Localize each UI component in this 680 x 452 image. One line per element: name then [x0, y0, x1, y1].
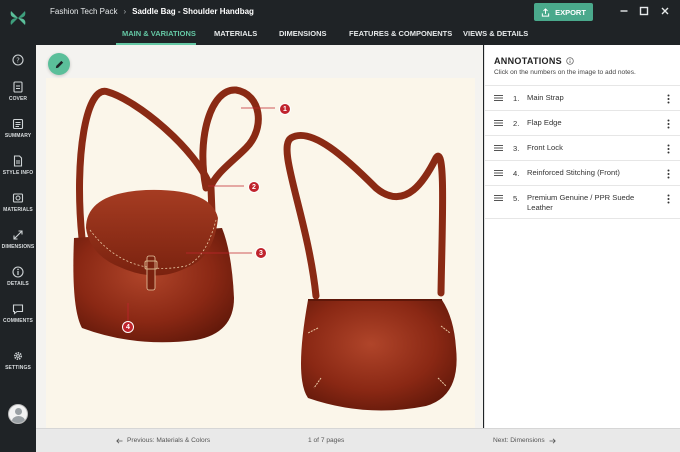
image-canvas: 1 2 3 4	[36, 45, 483, 430]
annotation-marker[interactable]: 1	[279, 103, 291, 115]
arrow-right-icon	[549, 438, 556, 443]
annotation-marker[interactable]: 3	[255, 247, 267, 259]
more-options-icon[interactable]	[667, 194, 670, 204]
avatar[interactable]	[8, 404, 28, 424]
file-icon	[13, 81, 23, 93]
chevron-right-icon: ›	[123, 7, 127, 16]
sidebar-item-materials[interactable]: MATERIALS	[0, 188, 36, 224]
item-text: Front Lock	[527, 143, 563, 152]
sidebar-item-label: COMMENTS	[3, 318, 33, 324]
sidebar-item-summary[interactable]: SUMMARY	[0, 114, 36, 150]
sidebar-item-style-info[interactable]: STYLE INFO	[0, 151, 36, 187]
app-logo-icon[interactable]	[9, 9, 27, 27]
sidebar-item-label: SETTINGS	[5, 365, 31, 371]
expand-arrows-icon	[13, 230, 23, 240]
sidebar-item-label: COVER	[8, 96, 28, 102]
gear-icon	[13, 351, 23, 361]
annotation-marker[interactable]: 2	[248, 181, 260, 193]
list-item[interactable]: 4. Reinforced Stitching (Front)	[485, 160, 680, 185]
help-icon: ?	[12, 54, 24, 66]
drag-handle-icon[interactable]	[494, 195, 503, 201]
item-number: 1.	[513, 94, 520, 103]
more-options-icon[interactable]	[667, 119, 670, 129]
next-page-link[interactable]: Next: Dimensions	[493, 437, 556, 444]
arrow-left-icon	[116, 438, 123, 443]
top-bar: Fashion Tech Pack › Saddle Bag - Shoulde…	[36, 0, 680, 45]
sidebar-item-cover[interactable]: COVER	[0, 77, 36, 113]
breadcrumb-current: Saddle Bag - Shoulder Handbag	[132, 7, 254, 16]
more-options-icon[interactable]	[667, 169, 670, 179]
close-icon[interactable]	[660, 6, 670, 16]
drag-handle-icon[interactable]	[494, 120, 503, 126]
more-options-icon[interactable]	[667, 94, 670, 104]
pencil-icon	[55, 60, 63, 68]
tab-features-components[interactable]: FEATURES & COMPONENTS	[349, 29, 452, 38]
item-number: 3.	[513, 144, 520, 153]
sidebar-item-dimensions[interactable]: DIMENSIONS	[0, 225, 36, 261]
sidebar-item-details[interactable]: DETAILS	[0, 262, 36, 298]
list-item[interactable]: 1. Main Strap	[485, 85, 680, 110]
materials-icon	[12, 193, 24, 203]
svg-text:?: ?	[16, 57, 20, 65]
export-button[interactable]: EXPORT	[534, 3, 593, 21]
annotations-title: ANNOTATIONS	[494, 56, 574, 66]
tab-dimensions[interactable]: DIMENSIONS	[279, 29, 327, 38]
minimize-icon[interactable]	[619, 6, 629, 16]
drag-handle-icon[interactable]	[494, 145, 503, 151]
item-text: Reinforced Stitching (Front)	[527, 168, 620, 177]
annotations-list: 1. Main Strap 2. Flap Edge 3. Front Lock…	[485, 85, 680, 219]
list-item[interactable]: 3. Front Lock	[485, 135, 680, 160]
list-icon	[12, 118, 24, 130]
maximize-icon[interactable]	[639, 6, 649, 16]
document-icon	[13, 155, 23, 167]
chat-icon	[12, 304, 24, 315]
page-indicator: 1 of 7 pages	[308, 437, 345, 444]
annotation-marker[interactable]: 4	[122, 321, 134, 333]
annotations-title-text: ANNOTATIONS	[494, 56, 562, 66]
previous-page-link[interactable]: Previous: Materials & Colors	[116, 437, 210, 444]
drag-handle-icon[interactable]	[494, 170, 503, 176]
sidebar-item-label: STYLE INFO	[2, 170, 34, 176]
sidebar-item-settings[interactable]: SETTINGS	[0, 346, 36, 382]
info-icon	[12, 266, 24, 278]
tab-materials[interactable]: MATERIALS	[214, 29, 257, 38]
tab-bar: MAIN & VARIATIONS MATERIALS DIMENSIONS F…	[36, 26, 680, 45]
breadcrumb: Fashion Tech Pack › Saddle Bag - Shoulde…	[50, 7, 254, 16]
info-icon[interactable]	[566, 57, 574, 65]
left-rail: ? COVER SUMMARY STYLE INFO MATERIALS DIM…	[0, 0, 36, 452]
breadcrumb-root[interactable]: Fashion Tech Pack	[50, 7, 117, 16]
tab-main-variations[interactable]: MAIN & VARIATIONS	[122, 29, 196, 38]
edit-button[interactable]	[48, 53, 70, 75]
item-text: Main Strap	[527, 93, 564, 102]
item-text: Premium Genuine / PPR Suede Leather	[527, 193, 635, 212]
export-icon	[541, 7, 550, 17]
sidebar-item-label: DIMENSIONS	[1, 244, 35, 250]
item-number: 4.	[513, 169, 520, 178]
sidebar-item-label: SUMMARY	[4, 133, 32, 139]
more-options-icon[interactable]	[667, 144, 670, 154]
list-item[interactable]: 2. Flap Edge	[485, 110, 680, 135]
sidebar-item-label: DETAILS	[7, 281, 29, 287]
next-page-label: Next: Dimensions	[493, 437, 545, 444]
annotations-panel: ANNOTATIONS Click on the numbers on the …	[484, 45, 680, 428]
drag-handle-icon[interactable]	[494, 95, 503, 101]
tab-views-details[interactable]: VIEWS & DETAILS	[463, 29, 528, 38]
annotations-hint: Click on the numbers on the image to add…	[494, 69, 636, 76]
previous-page-label: Previous: Materials & Colors	[127, 437, 211, 444]
sidebar-item-comments[interactable]: COMMENTS	[0, 299, 36, 335]
list-item[interactable]: 5. Premium Genuine / PPR Suede Leather	[485, 185, 680, 219]
item-number: 2.	[513, 119, 520, 128]
pagination-footer: Previous: Materials & Colors 1 of 7 page…	[36, 428, 680, 452]
item-number: 5.	[513, 194, 520, 203]
item-text: Flap Edge	[527, 118, 562, 127]
sidebar-item-label: MATERIALS	[3, 207, 33, 213]
export-label: EXPORT	[555, 7, 586, 17]
